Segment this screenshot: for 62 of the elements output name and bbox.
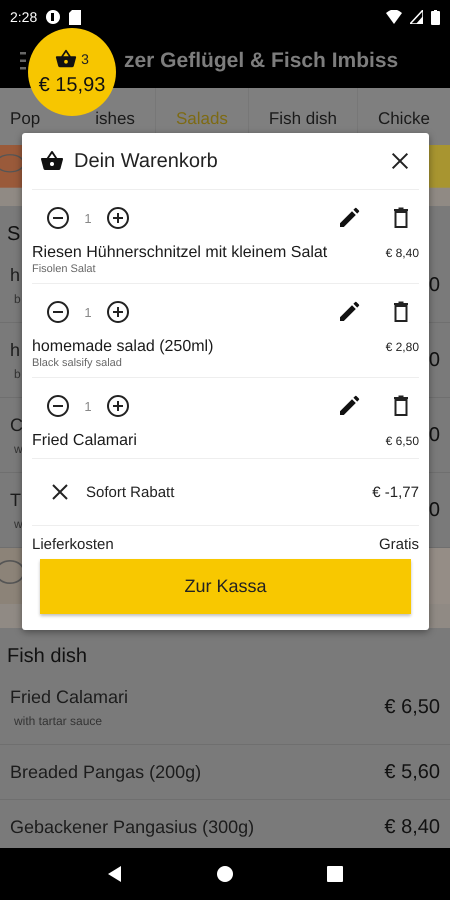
dish-name: Gebackener Pangasius (300g) (10, 816, 254, 838)
item-price: € 6,50 (386, 434, 419, 448)
item-price: € 8,40 (386, 246, 419, 260)
dish-name: Breaded Pangas (200g) (10, 762, 202, 782)
dish-name: T (10, 490, 22, 510)
notification-icon (45, 9, 62, 25)
item-name: homemade salad (250ml) (32, 338, 214, 356)
decrease-button[interactable] (46, 394, 70, 418)
dialog-title: Dein Warenkorb (74, 150, 219, 172)
item-note: Fisolen Salat (32, 263, 97, 275)
discount-label: Sofort Rabatt (86, 484, 176, 500)
quantity: 1 (83, 304, 93, 320)
item-name: Riesen Hühnerschnitzel mit kleinem Salat (32, 244, 328, 262)
signal-icon (410, 10, 423, 24)
section-title: S (7, 223, 20, 246)
dish-price: 0 (428, 274, 440, 296)
dish-price: 0 (428, 424, 440, 446)
wifi-icon (386, 10, 402, 24)
increase-button[interactable] (106, 394, 130, 418)
edit-button[interactable] (337, 394, 361, 418)
item-note: Black salsify salad (32, 357, 123, 369)
decrease-button[interactable] (46, 206, 70, 230)
cart-count: 3 (81, 50, 89, 66)
dish-price: € 5,60 (384, 760, 440, 784)
increase-button[interactable] (106, 300, 130, 324)
checkout-button[interactable]: Zur Kassa (40, 559, 411, 614)
edit-button[interactable] (337, 300, 361, 324)
sd-card-icon (69, 10, 82, 24)
dish-name: Fried Calamari (10, 686, 128, 708)
dish-price: 0 (428, 498, 440, 522)
close-button[interactable] (389, 150, 411, 172)
dish-price: € 8,40 (384, 816, 440, 838)
dish-price: € 6,50 (384, 696, 440, 718)
decrease-button[interactable] (46, 300, 70, 324)
edit-button[interactable] (337, 206, 361, 230)
dish-name: C (10, 414, 23, 436)
increase-button[interactable] (106, 206, 130, 230)
delivery-label: Lieferkosten (32, 536, 114, 553)
dish-note: w (13, 516, 23, 530)
section-title: Fish dish (7, 645, 88, 668)
menu-icon[interactable] (20, 52, 26, 70)
basket-icon (40, 149, 64, 173)
back-icon[interactable] (106, 865, 124, 883)
dish-note: b (13, 292, 21, 306)
dish-note: w (13, 442, 23, 456)
dish-name: h (10, 340, 21, 360)
recents-icon[interactable] (326, 865, 344, 883)
dish-name: h (10, 264, 21, 286)
basket-icon (55, 48, 78, 70)
dish-note: with tartar sauce (13, 714, 104, 728)
dish-price: 0 (428, 348, 440, 372)
quantity: 1 (83, 398, 93, 414)
delivery-value: Gratis (378, 536, 419, 553)
discount-amount: € -1,77 (372, 484, 419, 500)
dish-note: b (13, 366, 21, 380)
item-name: Fried Calamari (32, 432, 137, 450)
item-price: € 2,80 (386, 340, 419, 354)
battery-icon (431, 10, 440, 24)
home-icon[interactable] (216, 865, 234, 883)
status-time: 2:28 (10, 9, 38, 25)
quantity: 1 (83, 210, 93, 226)
app-title: zer Geflügel & Fisch Imbiss (124, 49, 398, 73)
